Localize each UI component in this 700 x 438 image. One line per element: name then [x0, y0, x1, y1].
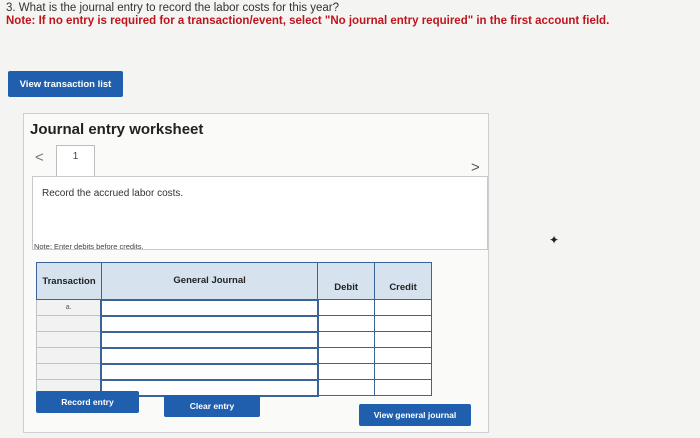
question-text: 3. What is the journal entry to record t… [6, 2, 340, 14]
journal-table: Transaction General Journal Debit Credit… [36, 262, 432, 397]
credit-field[interactable] [374, 315, 432, 332]
table-row [36, 330, 432, 349]
credit-field[interactable] [374, 363, 432, 380]
debit-field[interactable] [317, 379, 376, 396]
credit-field[interactable] [374, 299, 432, 316]
transaction-cell: a. [36, 299, 102, 316]
transaction-cell [36, 347, 102, 364]
header-credit: Credit [374, 262, 432, 300]
record-entry-button[interactable]: Record entry [36, 391, 139, 413]
debit-field[interactable] [317, 299, 376, 316]
account-field[interactable] [100, 346, 319, 365]
debits-before-credits-note: Note: Enter debits before credits. [34, 242, 144, 251]
view-transaction-list-button[interactable]: View transaction list [8, 71, 123, 97]
record-instruction-text: Record the accrued labor costs. [42, 188, 184, 199]
chevron-left-icon[interactable]: < [35, 149, 44, 166]
credit-field[interactable] [374, 379, 432, 396]
record-instruction-box: Record the accrued labor costs. [32, 176, 488, 250]
journal-header-row: Transaction General Journal Debit Credit [36, 262, 432, 300]
transaction-cell [36, 331, 102, 348]
debit-field[interactable] [317, 331, 376, 348]
page-tab-1[interactable]: 1 [56, 145, 95, 178]
transaction-cell [36, 315, 102, 332]
debit-field[interactable] [317, 363, 376, 380]
table-row [36, 362, 432, 381]
table-row: a. [36, 298, 432, 317]
credit-field[interactable] [374, 331, 432, 348]
table-row [36, 346, 432, 365]
header-debit: Debit [317, 262, 376, 300]
header-transaction: Transaction [36, 262, 102, 300]
table-row [36, 314, 432, 333]
header-general-journal: General Journal [100, 262, 319, 300]
account-field[interactable] [100, 330, 319, 349]
debit-field[interactable] [317, 347, 376, 364]
cursor-icon: ✦ [549, 233, 560, 247]
journal-entry-worksheet: Journal entry worksheet < 1 > Record the… [23, 113, 489, 433]
chevron-right-icon[interactable]: > [471, 159, 480, 176]
credit-field[interactable] [374, 347, 432, 364]
transaction-cell [36, 363, 102, 380]
question-note: Note: If no entry is required for a tran… [6, 15, 610, 27]
clear-entry-button[interactable]: Clear entry [164, 395, 260, 417]
account-field[interactable] [100, 362, 319, 381]
debit-field[interactable] [317, 315, 376, 332]
view-general-journal-button[interactable]: View general journal [359, 404, 471, 426]
worksheet-title: Journal entry worksheet [30, 121, 204, 138]
account-field[interactable] [100, 298, 319, 317]
account-field[interactable] [100, 314, 319, 333]
